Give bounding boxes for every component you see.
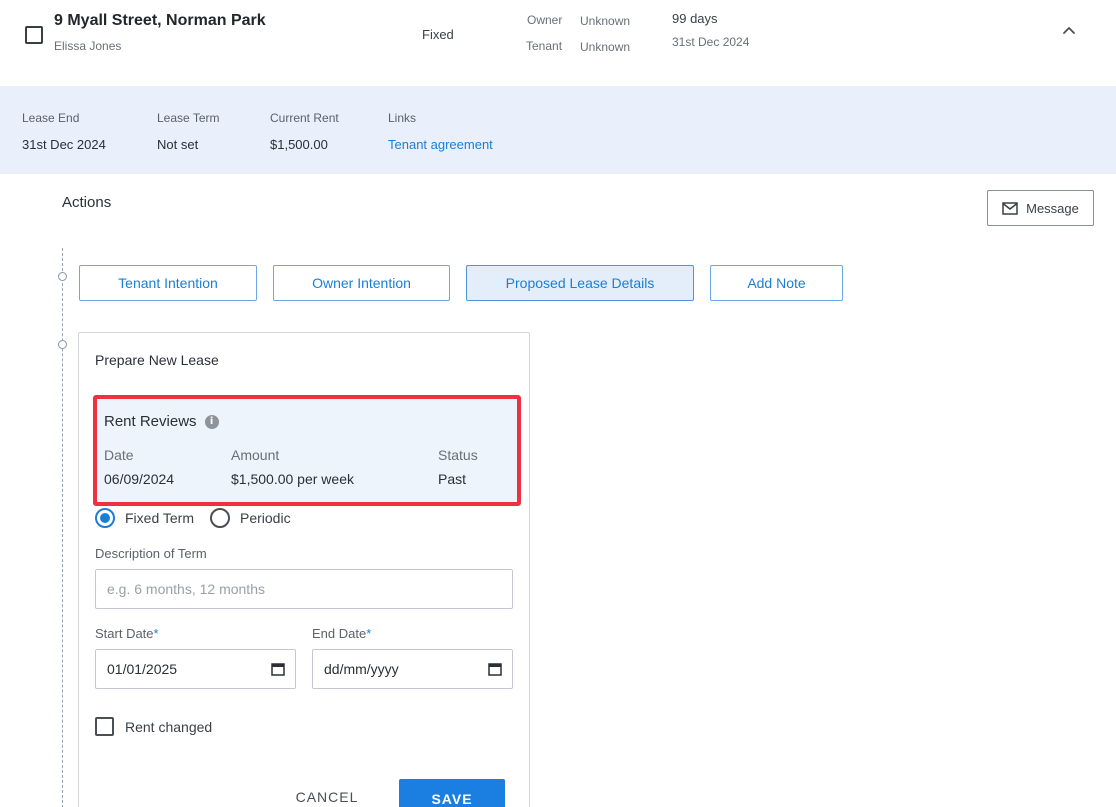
rent-reviews-panel: Rent Reviews i Date 06/09/2024 Amount $1… [93,395,521,506]
lease-end-label: Lease End [22,111,80,125]
lease-type: Fixed [422,27,454,42]
days-remaining: 99 days [672,11,718,26]
description-input[interactable]: e.g. 6 months, 12 months [95,569,513,609]
required-mark: * [153,626,159,641]
tenant-agreement-link[interactable]: Tenant agreement [388,137,493,152]
end-date-label: End Date* [312,626,371,641]
rent-review-status-column: Status Past [438,447,478,487]
amount-header: Amount [231,447,280,463]
periodic-label: Periodic [239,510,291,526]
periodic-radio[interactable] [209,508,230,528]
tenant-value: Unknown [580,40,631,54]
rent-review-amount-column: Amount $1,500.00 per week [231,447,354,487]
current-rent-value: $1,500.00 [270,137,328,152]
lease-term-label: Lease Term [157,111,220,125]
proposed-lease-details-button[interactable]: Proposed Lease Details [466,265,694,301]
current-rent-column: Current Rent $1,500.00 [270,111,339,152]
current-rent-label: Current Rent [270,111,339,125]
timeline-dot [58,272,67,281]
description-label: Description of Term [95,546,207,561]
lease-end-value: 31st Dec 2024 [22,137,106,152]
calendar-icon[interactable] [271,662,285,676]
term-type-group: Fixed Term Periodic [95,508,291,528]
lease-end-date: 31st Dec 2024 [672,35,750,49]
prepare-new-lease-card: Prepare New Lease Rent Reviews i Date 06… [78,332,530,807]
actions-title: Actions [62,194,112,211]
owner-label: Owner [527,13,563,27]
date-header: Date [104,447,134,463]
message-button[interactable]: Message [987,190,1094,226]
review-amount: $1,500.00 per week [231,471,354,487]
message-label: Message [1026,200,1079,216]
owner-intention-button[interactable]: Owner Intention [273,265,450,301]
links-label: Links [388,111,417,125]
select-property-checkbox[interactable] [25,26,43,44]
property-header: 9 Myall Street, Norman Park Elissa Jones… [0,0,1116,86]
description-placeholder: e.g. 6 months, 12 months [107,581,265,597]
envelope-icon [1002,201,1018,215]
end-date-label-text: End Date [312,626,367,641]
card-title: Prepare New Lease [95,352,219,368]
rent-changed-checkbox[interactable] [95,717,114,736]
calendar-icon[interactable] [488,662,502,676]
save-button[interactable]: SAVE [399,779,505,807]
tenant-label: Tenant [526,39,563,53]
lease-term-column: Lease Term Not set [157,111,219,152]
property-contact: Elissa Jones [54,39,122,53]
start-date-label-text: Start Date [95,626,154,641]
start-date-input[interactable]: 01/01/2025 [95,649,296,689]
tenant-intention-button[interactable]: Tenant Intention [79,265,257,301]
cancel-button[interactable]: CANCEL [283,779,371,807]
rent-review-date-column: Date 06/09/2024 [104,447,174,487]
review-date: 06/09/2024 [104,471,175,487]
fixed-term-label: Fixed Term [125,510,194,526]
info-icon[interactable]: i [204,414,219,429]
review-status: Past [438,471,467,487]
rent-changed-row: Rent changed [95,717,212,736]
end-date-input[interactable]: dd/mm/yyyy [312,649,513,689]
rent-reviews-heading: Rent Reviews [104,413,197,430]
chevron-up-icon[interactable] [1060,22,1078,40]
start-date-label: Start Date* [95,626,159,641]
lease-term-value: Not set [157,137,199,152]
end-date-placeholder: dd/mm/yyyy [324,661,399,677]
timeline-line [62,248,63,807]
owner-value: Unknown [580,14,631,28]
fixed-term-radio[interactable] [95,508,115,528]
required-mark: * [366,626,372,641]
property-address[interactable]: 9 Myall Street, Norman Park [54,12,266,30]
add-note-button[interactable]: Add Note [710,265,843,301]
status-header: Status [438,447,478,463]
lease-end-column: Lease End 31st Dec 2024 [22,111,106,152]
links-column: Links Tenant agreement [388,111,493,152]
start-date-value: 01/01/2025 [107,661,178,677]
lease-summary: Lease End 31st Dec 2024 Lease Term Not s… [0,86,1116,174]
timeline-dot [58,340,67,349]
rent-changed-label: Rent changed [125,718,213,735]
rent-reviews-title: Rent Reviews i [104,413,219,430]
